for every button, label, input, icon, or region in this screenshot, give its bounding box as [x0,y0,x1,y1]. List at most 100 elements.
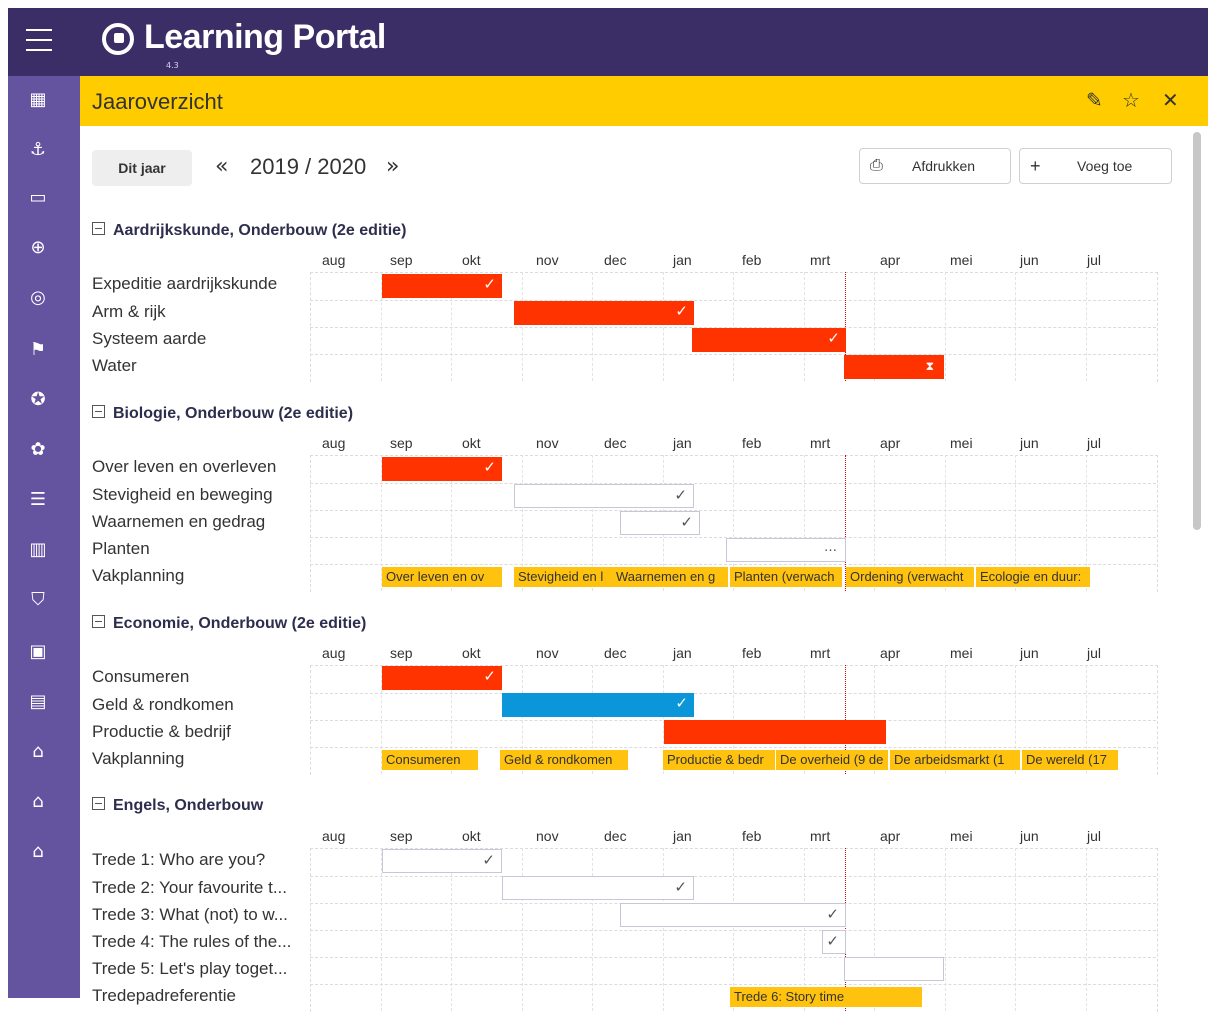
planning-bar[interactable]: … [726,538,846,562]
crosshair-icon[interactable]: ⊕ [26,236,50,260]
anchor-icon[interactable]: ⚓ [26,138,50,162]
row-divider [310,564,1156,565]
month-label: mei [950,645,973,661]
planning-bar[interactable]: ✓ [514,484,694,508]
section-title[interactable]: Aardrijkskunde, Onderbouw (2e editie) [92,222,406,240]
check-icon: ✓ [680,513,693,531]
pin-icon[interactable]: ✎ [1086,88,1103,112]
collapse-icon[interactable] [92,797,105,810]
planning-bar[interactable]: ✓ [382,457,502,481]
collapse-icon[interactable] [92,405,105,418]
month-label: apr [880,828,901,844]
this-year-button[interactable]: Dit jaar [92,150,192,186]
sliders-icon[interactable]: ☰ [26,488,50,512]
planning-bar[interactable]: ✓ [502,876,694,900]
row-label[interactable]: Water [92,356,137,376]
planning-chip[interactable]: Geld & rondkomen [500,750,628,770]
row-divider [310,510,1156,511]
row-label[interactable]: Geld & rondkomen [92,695,234,715]
row-label[interactable]: Trede 1: Who are you? [92,850,265,870]
planning-chip[interactable]: Ecologie en duur: [976,567,1090,587]
badge-icon[interactable]: ✿ [26,438,50,462]
planning-chip[interactable]: Consumeren [382,750,478,770]
planning-bar[interactable]: ✓ [620,903,846,927]
row-label[interactable]: Over leven en overleven [92,457,276,477]
planning-bar[interactable]: ✓ [382,666,502,690]
collapse-icon[interactable] [92,615,105,628]
row-label[interactable]: Expeditie aardrijkskunde [92,274,277,294]
flag-icon[interactable]: ⚑ [26,338,50,362]
month-label: jan [673,645,692,661]
graduation-cap-icon[interactable]: ⌂ [26,840,50,864]
row-label[interactable]: Trede 4: The rules of the... [92,932,291,952]
row-label[interactable]: Arm & rijk [92,302,166,322]
planning-chip[interactable]: De overheid (9 de [776,750,888,770]
month-label: nov [536,252,559,268]
shield-icon[interactable]: ⛉ [26,588,50,612]
check-icon: ✓ [483,667,496,685]
prev-year-icon[interactable]: « [215,154,228,179]
row-label[interactable]: Planten [92,539,150,559]
close-icon[interactable]: ✕ [1162,88,1179,112]
row-label[interactable]: Consumeren [92,667,189,687]
month-label: apr [880,645,901,661]
planning-bar[interactable]: ⧗ [844,355,944,379]
planning-bar[interactable] [844,957,944,981]
month-label: jan [673,435,692,451]
add-button[interactable]: + Voeg toe [1019,148,1172,184]
calendar-icon[interactable]: ▦ [26,88,50,112]
graduation-cap-icon[interactable]: ⌂ [26,740,50,764]
month-label: mei [950,435,973,451]
award-icon[interactable]: ✪ [26,388,50,412]
print-button[interactable]: ⎙ Afdrukken [859,148,1011,184]
planning-bar[interactable]: ✓ [382,274,502,298]
planning-chip[interactable]: Trede 6: Story time [730,987,922,1007]
collapse-icon[interactable] [92,222,105,235]
school-year: 2019 / 2020 [250,154,367,179]
planning-chip[interactable]: Productie & bedr [663,750,775,770]
section-title[interactable]: Engels, Onderbouw [92,797,263,815]
section-title[interactable]: Biologie, Onderbouw (2e editie) [92,405,353,423]
target-icon[interactable]: ◎ [26,286,50,310]
scrollbar[interactable] [1190,128,1204,998]
planning-bar[interactable] [664,720,886,744]
chat-icon[interactable]: ▭ [26,186,50,210]
planning-bar[interactable]: ✓ [692,328,846,352]
row-label[interactable]: Stevigheid en beweging [92,485,273,505]
planning-bar[interactable]: ✓ [620,511,700,535]
planning-bar[interactable]: ✓ [822,930,846,954]
row-label[interactable]: Trede 5: Let's play toget... [92,959,287,979]
row-label[interactable]: Vakplanning [92,749,184,769]
planning-chip[interactable]: Over leven en ov [382,567,502,587]
row-label[interactable]: Tredepadreferentie [92,986,236,1006]
row-label[interactable]: Trede 2: Your favourite t... [92,878,287,898]
planning-chip[interactable]: Stevigheid en l [514,567,612,587]
scrollbar-thumb[interactable] [1193,132,1201,530]
section-title-text: Engels, Onderbouw [113,797,264,814]
planning-bar[interactable]: ✓ [502,693,694,717]
row-label[interactable]: Systeem aarde [92,329,206,349]
bar-chart-icon[interactable]: ▥ [26,538,50,562]
row-label[interactable]: Waarnemen en gedrag [92,512,265,532]
check-icon: ✓ [482,851,495,869]
check-icon: ✓ [827,329,840,347]
section-title[interactable]: Economie, Onderbouw (2e editie) [92,615,366,633]
menu-icon[interactable] [26,29,52,51]
next-year-icon[interactable]: » [386,154,399,179]
planning-bar[interactable]: ✓ [382,849,502,873]
row-label[interactable]: Vakplanning [92,566,184,586]
row-label[interactable]: Productie & bedrijf [92,722,231,742]
report-icon[interactable]: ▤ [26,690,50,714]
planning-chip[interactable]: De arbeidsmarkt (1 [890,750,1020,770]
row-label[interactable]: Trede 3: What (not) to w... [92,905,288,925]
month-label: jul [1087,435,1102,451]
planning-bar[interactable]: ✓ [514,301,694,325]
month-label: feb [742,828,762,844]
planning-chip[interactable]: Ordening (verwacht [846,567,974,587]
star-icon[interactable]: ☆ [1122,88,1140,112]
inbox-icon[interactable]: ▣ [26,640,50,664]
graduation-cap-icon[interactable]: ⌂ [26,790,50,814]
planning-chip[interactable]: Waarnemen en g [612,567,728,587]
planning-chip[interactable]: De wereld (17 [1022,750,1118,770]
planning-chip[interactable]: Planten (verwach [730,567,842,587]
